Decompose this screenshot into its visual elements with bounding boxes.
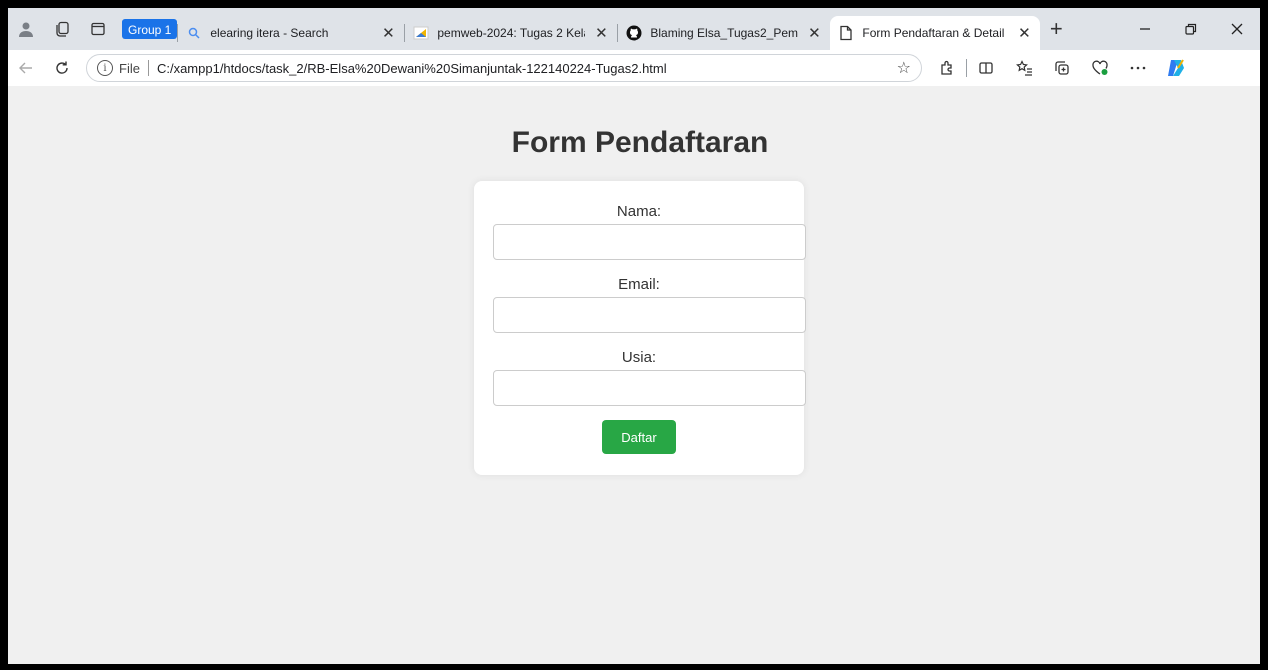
close-icon[interactable]: ✕ [593,24,609,42]
browser-window: Group 1 elearing itera - Search ✕ pemweb… [8,8,1260,664]
navigation-bar: i File C:/xampp1/htdocs/task_2/RB-Elsa%2… [8,50,1260,86]
nama-label: Nama: [616,203,662,220]
copilot-icon[interactable] [1157,50,1195,86]
extensions-icon[interactable] [928,50,966,86]
more-options-icon[interactable] [1119,50,1157,86]
tab-title: elearing itera - Search [210,26,329,40]
browser-essentials-icon[interactable] [1081,50,1119,86]
daftar-button[interactable]: Daftar [602,420,676,454]
refresh-button[interactable] [44,50,80,86]
back-button[interactable] [8,50,44,86]
email-label: Email: [618,276,660,293]
collections-icon[interactable] [1043,50,1081,86]
tab-title: Blaming Elsa_Tugas2_Pemweb [650,26,798,40]
address-separator [147,60,149,76]
favorites-icon[interactable] [1005,50,1043,86]
registration-form: Nama: Email: Usia: Daftar [474,181,806,475]
tab-actions-icon[interactable] [80,8,116,50]
new-tab-button[interactable]: + [1040,8,1072,50]
tab-pemweb[interactable]: pemweb-2024: Tugas 2 Kelas ✕ [405,16,617,50]
page-icon [838,25,854,41]
nama-input[interactable] [493,224,806,260]
search-icon [186,25,202,41]
favorite-star-icon[interactable]: ☆ [897,58,911,78]
url-scheme-label: File [119,60,140,76]
profile-icon[interactable] [8,8,44,50]
page-title: Form Pendaftaran [511,126,769,159]
window-controls [1122,8,1260,50]
url-text[interactable]: C:/xampp1/htdocs/task_2/RB-Elsa%20Dewani… [157,61,891,76]
close-icon[interactable]: ✕ [1016,24,1032,42]
tab-title: pemweb-2024: Tugas 2 Kelas [437,26,586,40]
document-favicon-icon [413,25,429,41]
minimize-button[interactable] [1122,8,1168,50]
tab-form-pendaftaran[interactable]: Form Pendaftaran & Detail In ✕ [830,16,1041,50]
tab-group-chip[interactable]: Group 1 [122,19,178,39]
info-icon[interactable]: i [97,60,113,76]
usia-label: Usia: [621,349,657,366]
tab-github[interactable]: Blaming Elsa_Tugas2_Pemweb ✕ [618,16,830,50]
tab-search[interactable]: elearing itera - Search ✕ [178,16,404,50]
tab-title: Form Pendaftaran & Detail In [862,26,1009,40]
restore-button[interactable] [1168,8,1214,50]
usia-input[interactable] [493,370,806,406]
close-icon[interactable]: ✕ [380,24,396,42]
close-icon[interactable]: ✕ [806,24,822,42]
tab-strip: Group 1 elearing itera - Search ✕ pemweb… [8,8,1260,50]
workspaces-icon[interactable] [44,8,80,50]
github-icon [626,25,642,41]
split-screen-icon[interactable] [967,50,1005,86]
email-input[interactable] [493,297,806,333]
page-viewport: Form Pendaftaran Nama: Email: Usia: Daft… [8,86,1260,664]
address-bar[interactable]: i File C:/xampp1/htdocs/task_2/RB-Elsa%2… [86,54,922,82]
close-window-button[interactable] [1214,8,1260,50]
